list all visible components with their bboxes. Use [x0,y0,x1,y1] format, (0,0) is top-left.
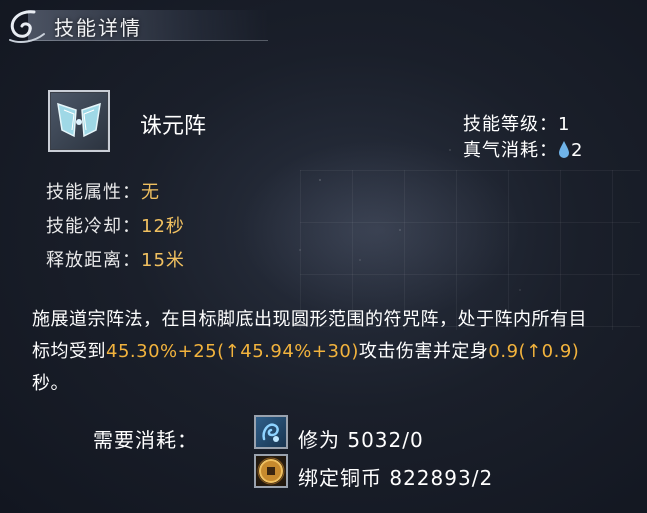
root-duration-value: 0.9( [488,341,527,362]
panel-title: 技能详情 [54,16,142,40]
water-drop-icon [559,141,569,158]
skill-icon [48,90,110,152]
description-text: 秒。 [32,373,69,394]
attribute-label: 技能属性： [46,182,141,203]
attribute-value: 12秒 [141,216,185,237]
skill-name: 诛元阵 [140,114,207,139]
qi-cost-label: 真气消耗： [463,140,558,161]
skill-level-value: 1 [558,114,571,135]
up-arrow-icon: ↑ [224,341,241,362]
attribute-row: 释放距离：15米 [46,246,185,272]
cost-name: 绑定铜币 [298,466,382,490]
attribute-label: 技能冷却： [46,216,141,237]
up-arrow-icon: ↑ [526,341,542,362]
attribute-value: 无 [141,182,160,203]
swirl-ornament-icon [9,10,45,43]
panel-header: 技能详情 [0,0,647,46]
skill-description: 施展道宗阵法，在目标脚底出现圆形范围的符咒阵，处于阵内所有目标均受到45.30%… [32,304,602,400]
damage-next-value: 45.94%+30) [240,341,359,362]
attribute-row: 技能属性：无 [46,178,160,204]
cost-name: 修为 [298,428,340,452]
qi-cost-value: 2 [571,140,584,161]
skill-level-row: 技能等级：1 [463,110,570,136]
bound-coin-cost: 绑定铜币 822893/2 [298,462,493,491]
cost-value: 5032/0 [347,428,424,452]
copper-coin-icon [257,457,285,485]
cultivation-icon [254,415,288,449]
qi-cost-row: 真气消耗： 2 [463,136,583,162]
attribute-label: 释放距离： [46,250,141,271]
damage-value: 45.30%+25( [106,341,225,362]
crystal-wings-icon [57,102,101,138]
cost-value: 822893/2 [389,466,494,490]
skill-level-label: 技能等级： [463,114,558,135]
bound-coin-icon [254,454,288,488]
cultivation-spirit-icon [262,423,279,442]
attribute-row: 技能冷却：12秒 [46,212,185,238]
requirements-label: 需要消耗： [93,428,198,452]
cultivation-cost: 修为 5032/0 [298,424,424,453]
root-duration-next-value: 0.9) [541,341,580,362]
attribute-value: 15米 [141,250,185,271]
description-text: 攻击伤害并定身 [358,341,489,362]
